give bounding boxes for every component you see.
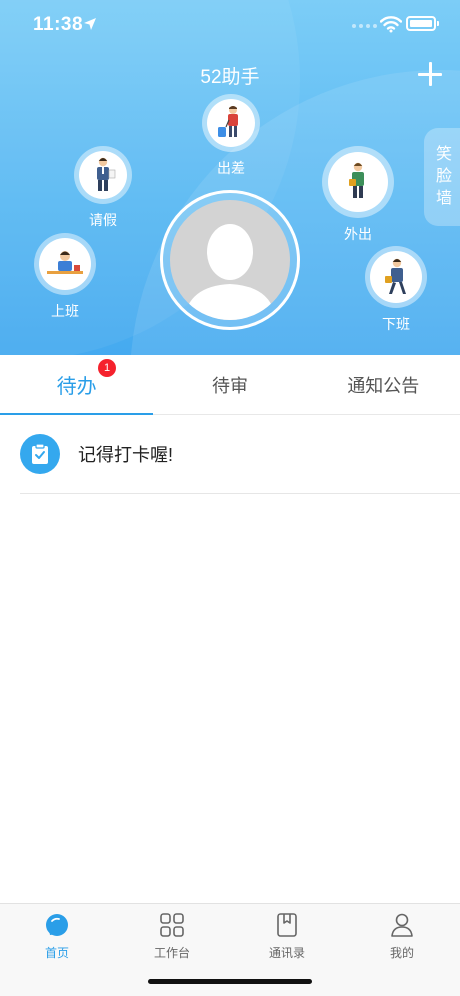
wifi-icon — [380, 16, 402, 33]
default-person-icon — [184, 224, 276, 320]
tab-contacts[interactable]: 通讯录 — [247, 912, 327, 961]
out-button[interactable]: 外出 — [322, 146, 394, 244]
tab-workbench-label: 工作台 — [153, 946, 190, 960]
todo-count-badge: 1 — [98, 359, 116, 377]
clipboard-check-icon — [20, 433, 60, 474]
status-time: 11:38 — [33, 14, 84, 35]
avatar-placeholder — [170, 200, 290, 320]
smile-wall-char: 脸 — [435, 168, 452, 185]
person-icon — [391, 913, 413, 937]
tab-review[interactable]: 待审 — [153, 355, 306, 414]
tab-home[interactable]: 首页 — [17, 912, 97, 961]
smile-wall-char: 墙 — [435, 190, 452, 207]
todo-text: 记得打卡喔! — [78, 444, 174, 465]
battery-icon — [406, 16, 439, 31]
tab-notice-label: 通知公告 — [347, 375, 420, 396]
smile-wall-button[interactable]: 笑 脸 墙 — [424, 128, 460, 226]
list-item[interactable]: 记得打卡喔! — [20, 414, 460, 494]
home-bubble-icon — [46, 914, 68, 936]
tab-todo-label: 待办 — [56, 376, 97, 398]
clock-in-label: 上班 — [51, 303, 79, 319]
add-button[interactable] — [414, 58, 446, 90]
grid-icon — [160, 913, 184, 937]
leave-button[interactable]: 请假 — [74, 146, 132, 230]
clock-out-button[interactable]: 下班 — [365, 246, 427, 334]
avatar[interactable] — [160, 190, 300, 330]
tab-review-label: 待审 — [211, 375, 248, 396]
tab-contacts-label: 通讯录 — [268, 946, 305, 960]
clock-in-button[interactable]: 上班 — [34, 233, 96, 321]
header-banner: 11:38 52助手 笑 脸 墙 出差 请假 外出 上班 下班 — [0, 0, 460, 355]
tab-home-label: 首页 — [44, 946, 69, 960]
leaving-worker-icon — [385, 258, 406, 294]
status-bar: 11:38 — [0, 0, 460, 50]
tab-todo[interactable]: 待办 1 — [0, 355, 154, 415]
tab-bar-top: 待办 1 待审 通知公告 — [0, 355, 460, 415]
clock-out-label: 下班 — [382, 316, 410, 332]
business-trip-button[interactable]: 出差 — [202, 94, 260, 178]
office-worker-icon — [97, 157, 116, 191]
home-indicator — [148, 979, 312, 984]
traveler-icon — [218, 106, 238, 137]
cellular-signal-icon — [352, 24, 377, 28]
leave-label: 请假 — [89, 212, 117, 228]
tab-notice[interactable]: 通知公告 — [307, 355, 460, 414]
smile-wall-char: 笑 — [435, 146, 452, 163]
business-trip-label: 出差 — [217, 160, 245, 176]
tab-mine-label: 我的 — [389, 946, 414, 960]
location-arrow-icon — [84, 18, 96, 30]
walking-person-icon — [349, 162, 364, 198]
tab-mine[interactable]: 我的 — [362, 912, 442, 961]
contacts-book-icon — [277, 913, 297, 937]
out-label: 外出 — [344, 226, 372, 242]
page-title: 52助手 — [200, 67, 260, 88]
tab-workbench[interactable]: 工作台 — [132, 912, 212, 961]
desk-worker-icon — [47, 251, 83, 274]
